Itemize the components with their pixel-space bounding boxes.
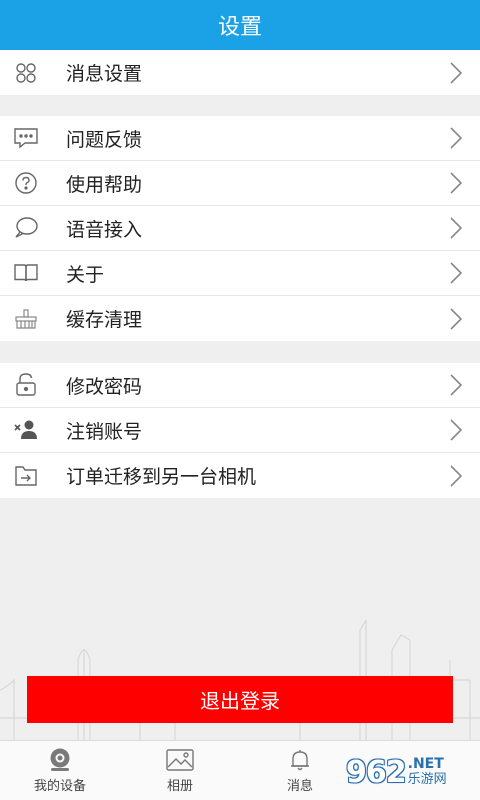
settings-group-1: 消息设置: [0, 50, 480, 95]
watermark-logo: 962 .NET 乐游网: [346, 748, 476, 796]
title-bar: 设置: [0, 0, 480, 50]
tab-label: 我的设备: [33, 778, 86, 794]
chevron-right-icon: [444, 373, 468, 397]
chevron-right-icon: [444, 464, 468, 488]
settings-group-2: 问题反馈 使用帮助 语音接入 关于 缓存清理: [0, 116, 480, 341]
tab-label: 消息: [286, 778, 313, 794]
photo-icon: [166, 748, 194, 771]
menu-item-label: 订单迁移到另一台相机: [66, 466, 257, 488]
remove-user-icon: [12, 416, 40, 444]
menu-item-label: 问题反馈: [66, 128, 143, 151]
camera-icon: [50, 748, 70, 771]
menu-item-label: 修改密码: [66, 375, 143, 398]
settings-group-3: 修改密码 注销账号 订单迁移到另一台相机: [0, 363, 480, 498]
menu-item-label: 使用帮助: [66, 173, 143, 196]
menu-item-migrate-orders[interactable]: 订单迁移到另一台相机: [0, 453, 480, 498]
menu-item-help[interactable]: 使用帮助: [0, 161, 480, 206]
chevron-right-icon: [444, 418, 468, 442]
grid-icon: [12, 59, 40, 87]
tab-album[interactable]: 相册: [120, 741, 240, 800]
book-icon: [12, 259, 40, 287]
lock-icon: [12, 371, 40, 399]
page-title: 设置: [217, 15, 262, 40]
chevron-right-icon: [444, 216, 468, 240]
menu-item-change-password[interactable]: 修改密码: [0, 363, 480, 408]
menu-item-clear-cache[interactable]: 缓存清理: [0, 296, 480, 341]
help-icon: [12, 169, 40, 197]
transfer-icon: [12, 462, 40, 490]
menu-item-label: 语音接入: [66, 218, 143, 241]
chevron-right-icon: [444, 61, 468, 85]
chevron-right-icon: [444, 307, 468, 331]
menu-item-message-settings[interactable]: 消息设置: [0, 50, 480, 95]
menu-item-label: 注销账号: [66, 420, 143, 443]
menu-item-label: 关于: [66, 263, 105, 286]
menu-item-feedback[interactable]: 问题反馈: [0, 116, 480, 161]
chevron-right-icon: [444, 171, 468, 195]
chevron-right-icon: [444, 126, 468, 150]
chevron-right-icon: [444, 261, 468, 285]
menu-item-label: 缓存清理: [66, 309, 143, 331]
tab-my-devices[interactable]: 我的设备: [0, 741, 120, 800]
menu-item-voice-access[interactable]: 语音接入: [0, 206, 480, 251]
chat-icon: [12, 124, 40, 152]
tab-label: 相册: [166, 778, 193, 794]
tab-messages[interactable]: 消息: [240, 741, 360, 800]
watermark-net: .NET: [407, 756, 444, 772]
speech-bubble-icon: [12, 214, 40, 242]
logout-button[interactable]: 退出登录: [27, 676, 453, 723]
watermark-text: 乐游网: [407, 772, 447, 787]
menu-item-about[interactable]: 关于: [0, 251, 480, 296]
menu-item-label: 消息设置: [66, 63, 143, 85]
broom-icon: [12, 305, 40, 333]
bell-icon: [291, 749, 309, 770]
watermark-number: 962: [346, 754, 407, 790]
menu-item-deactivate-account[interactable]: 注销账号: [0, 408, 480, 453]
